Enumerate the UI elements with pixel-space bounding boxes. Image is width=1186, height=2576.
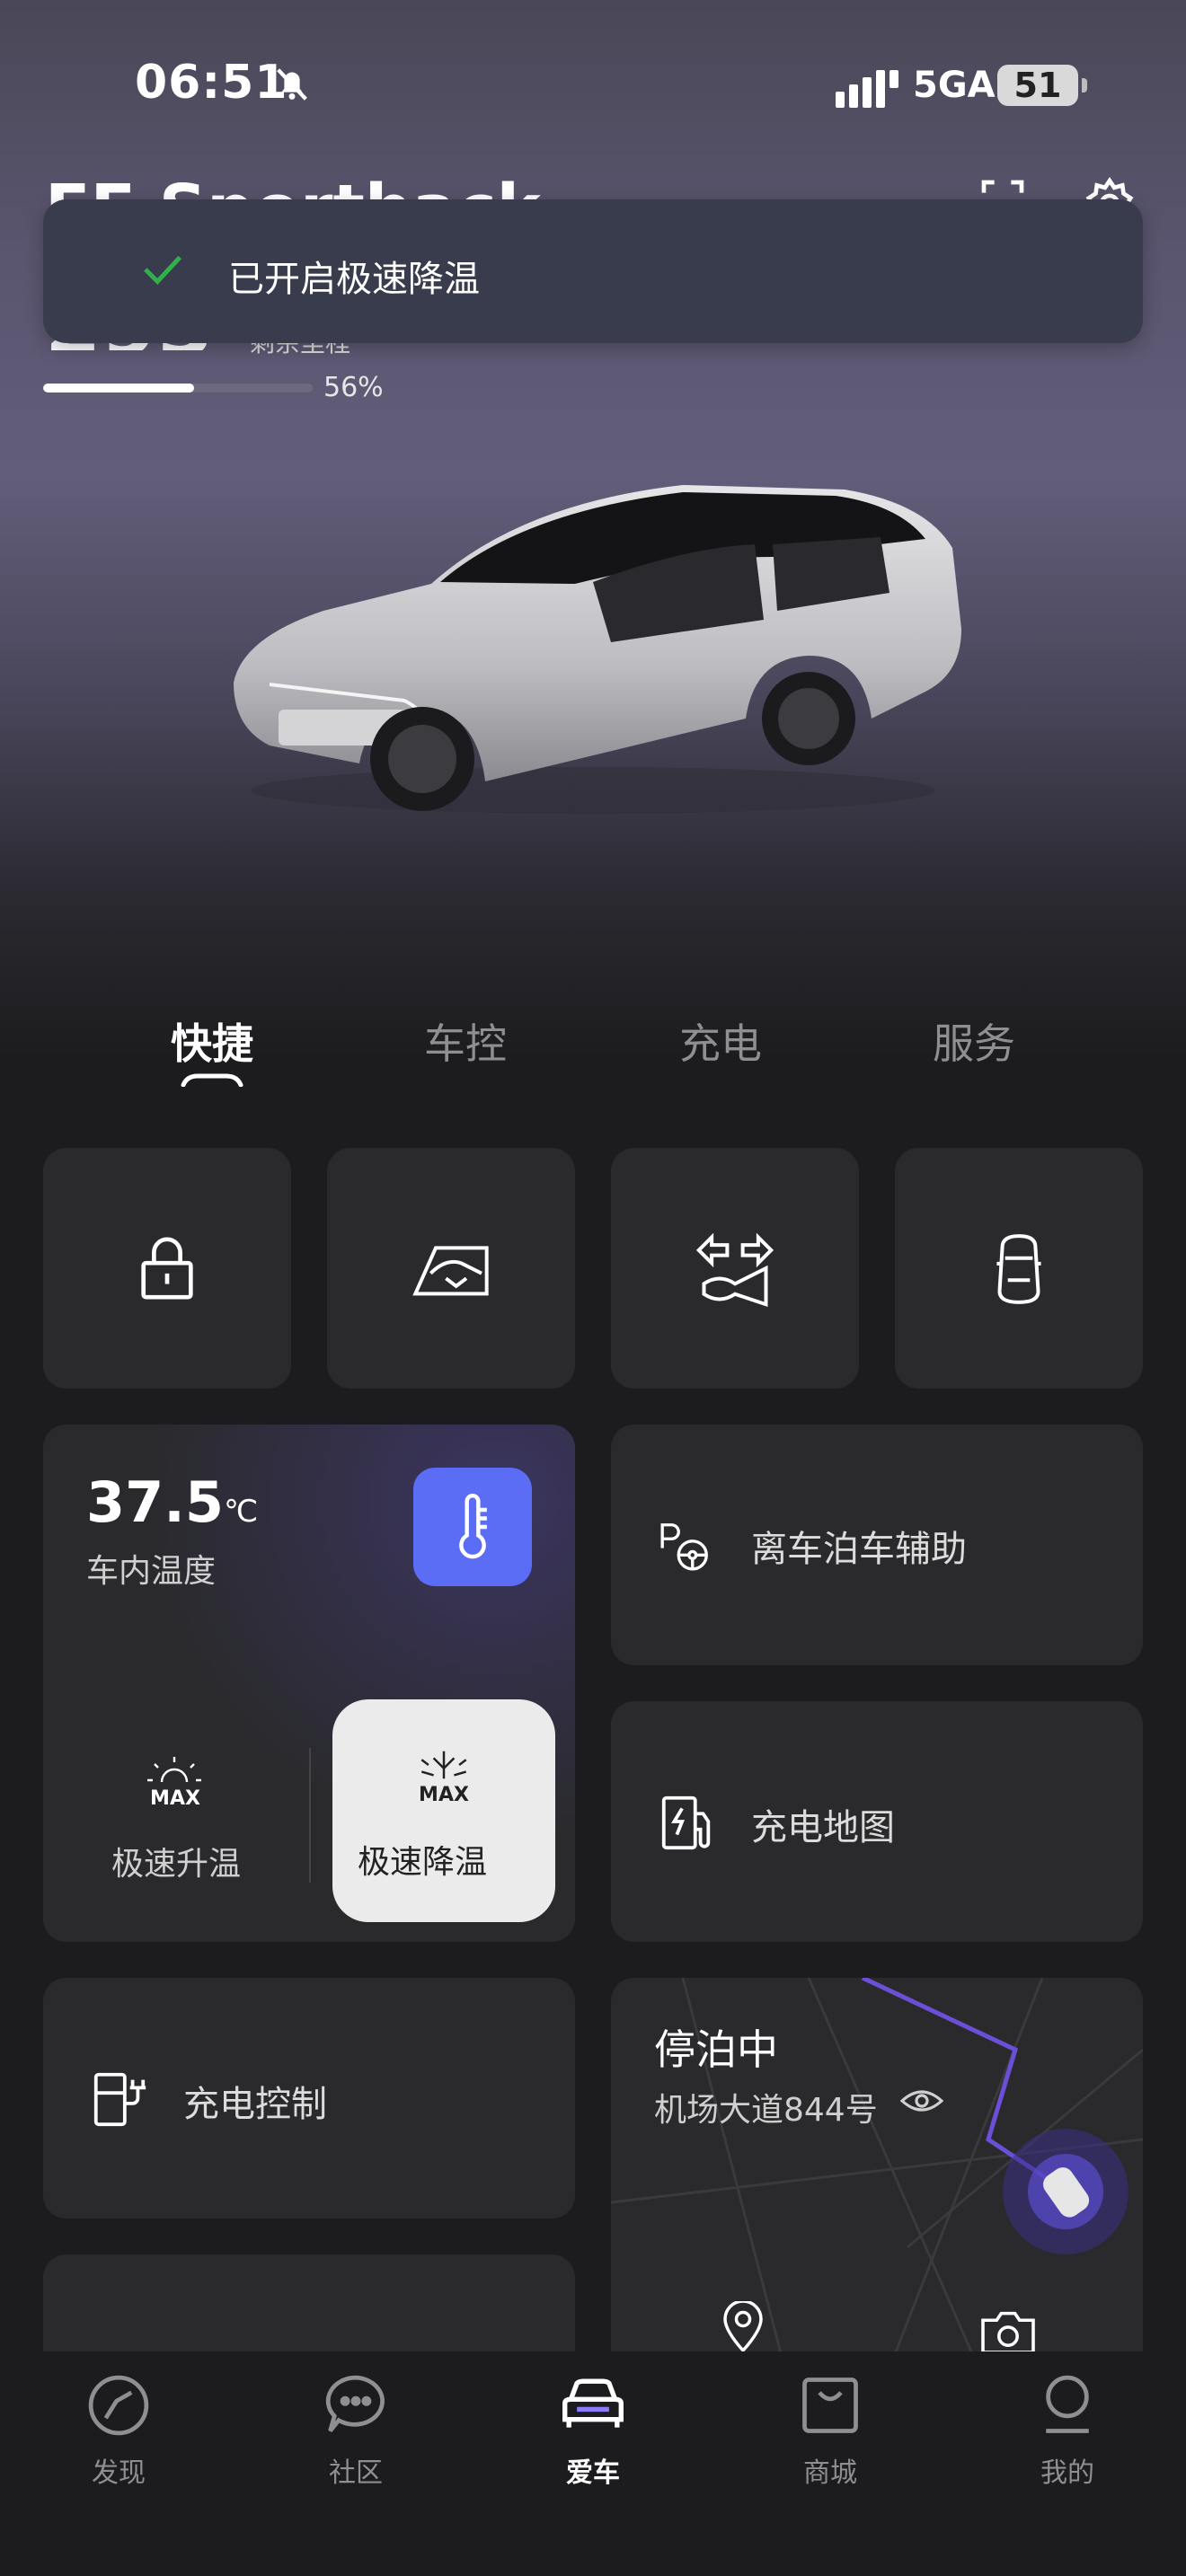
heat-max-tag: MAX (150, 1787, 200, 1810)
compass-icon (88, 2375, 149, 2436)
cool-max-tag: MAX (419, 1784, 469, 1806)
battery-indicator: 51 (997, 65, 1087, 106)
leave-parking-assist-label: 离车泊车辅助 (751, 1529, 967, 1570)
thermometer-icon (459, 1493, 487, 1559)
toast-message: 已开启极速降温 (228, 259, 480, 300)
tab-vehicle-control[interactable]: 车控 (424, 1011, 507, 1071)
eye-icon[interactable] (900, 2086, 943, 2116)
charge-map-label: 充电地图 (751, 1807, 895, 1848)
temperature-unit: ℃ (223, 1494, 259, 1530)
charging-station-icon (661, 1795, 711, 1850)
chat-bubble-icon (325, 2375, 385, 2432)
sun-icon (147, 1757, 201, 1783)
nav-my-car-label: 爱车 (566, 2457, 620, 2489)
battery-progress-fill (43, 384, 194, 393)
shop-bag-icon (802, 2378, 858, 2433)
profile-icon (1046, 2375, 1089, 2433)
battery-percent: 56% (323, 372, 384, 403)
toast-notification: 已开启极速降温 (43, 199, 1143, 343)
charge-control-label: 充电控制 (183, 2084, 327, 2125)
snowflake-icon (420, 1751, 467, 1779)
find-car-button[interactable] (895, 1148, 1143, 1389)
parking-assist-icon (660, 1523, 708, 1571)
nav-store[interactable]: 商城 (758, 2371, 902, 2490)
location-pin-icon[interactable] (721, 2301, 766, 2355)
nav-discover-label: 发现 (92, 2457, 146, 2489)
tab-charging[interactable]: 充电 (679, 1011, 762, 1071)
bell-off-icon (277, 68, 307, 101)
rapid-heat-label[interactable]: 极速升温 (111, 1838, 241, 1884)
lock-button[interactable] (43, 1148, 291, 1389)
car-icon (562, 2378, 624, 2428)
horn-lights-button[interactable] (611, 1148, 859, 1389)
bottom-navigation: 发现 社区 爱车 商城 我的 (0, 2351, 1186, 2576)
climate-card: 37.5℃ 车内温度 MAX 极速升温 MAX 极速降温 (43, 1425, 575, 1942)
nav-community[interactable]: 社区 (284, 2371, 428, 2490)
network-type: 5GA (913, 65, 996, 106)
charge-control-card[interactable]: 充电控制 (43, 1978, 575, 2219)
nav-profile[interactable]: 我的 (996, 2371, 1139, 2490)
window-button[interactable] (327, 1148, 575, 1389)
charger-plug-icon (93, 2072, 146, 2127)
nav-profile-label: 我的 (1040, 2457, 1094, 2489)
car-top-icon (996, 1234, 1041, 1304)
check-icon (144, 255, 181, 286)
tab-services[interactable]: 服务 (933, 1011, 1015, 1071)
signal-icon (836, 70, 898, 108)
horn-icon (695, 1232, 774, 1308)
charge-map-card[interactable]: 充电地图 (611, 1701, 1143, 1942)
car-image[interactable] (216, 449, 970, 826)
parking-status: 停泊中 (654, 2025, 778, 2074)
status-time: 06:51 (135, 56, 288, 110)
nav-community-label: 社区 (329, 2457, 383, 2489)
climate-divider (309, 1748, 311, 1883)
parking-address: 机场大道844号 (654, 2092, 878, 2129)
rapid-cool-button[interactable]: MAX 极速降温 (332, 1699, 555, 1922)
parking-location-card[interactable]: 停泊中 机场大道844号 (611, 1978, 1143, 2391)
nav-store-label: 商城 (803, 2457, 857, 2489)
rapid-cool-label: 极速降温 (358, 1844, 488, 1881)
battery-progress-bar (43, 384, 313, 393)
nav-my-car[interactable]: 爱车 (521, 2371, 665, 2490)
cabin-temperature: 37.5℃ (86, 1469, 259, 1535)
cabin-temperature-label: 车内温度 (86, 1553, 217, 1590)
leave-parking-assist-card[interactable]: 离车泊车辅助 (611, 1425, 1143, 1665)
camera-icon[interactable] (978, 2307, 1039, 2357)
tab-active-indicator (181, 1073, 243, 1087)
nav-discover[interactable]: 发现 (47, 2371, 190, 2490)
window-icon (412, 1246, 489, 1296)
climate-toggle-button[interactable] (413, 1468, 532, 1586)
lock-icon (141, 1237, 193, 1300)
tab-shortcuts[interactable]: 快捷 (171, 1011, 253, 1071)
